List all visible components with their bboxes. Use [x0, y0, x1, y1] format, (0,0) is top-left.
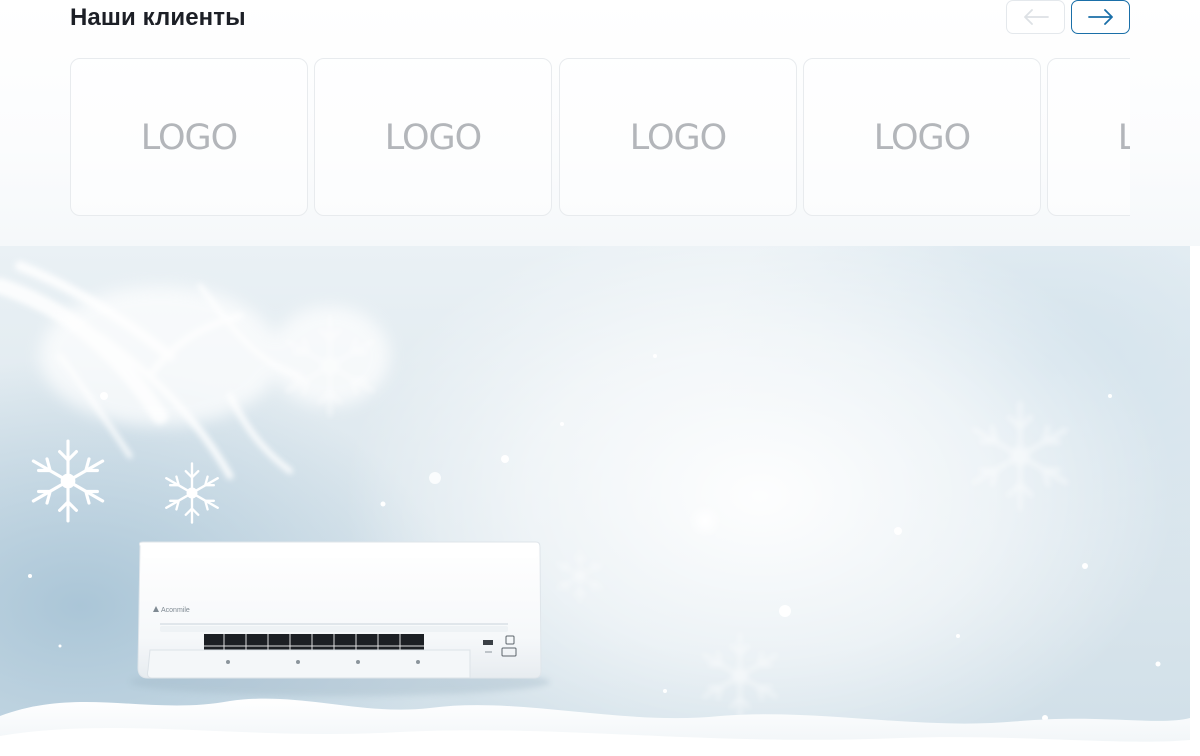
client-logo-card[interactable]: LOGO	[803, 58, 1041, 216]
winter-promo-banner: Aconmile	[0, 246, 1190, 756]
winter-illustration: Aconmile	[0, 261, 1190, 756]
arrow-right-icon	[1087, 9, 1113, 25]
client-logo: LOGO	[140, 118, 238, 158]
arrow-left-icon	[1023, 9, 1049, 25]
air-conditioner-image: Aconmile	[130, 541, 550, 696]
client-logo: LOGO	[629, 118, 727, 158]
client-logo: LOGO	[384, 118, 482, 158]
banner-right-edge	[1190, 246, 1200, 756]
client-logo-card[interactable]: LOGO	[314, 58, 552, 216]
section-title: Наши клиенты	[70, 4, 246, 31]
client-logo-card[interactable]: LOGO	[70, 58, 308, 216]
clients-section: Наши клиенты LOGO LOGO LOGO LOGO LOGO	[0, 0, 1200, 246]
client-logo-card[interactable]: LOGO	[559, 58, 797, 216]
client-logo: LOGO	[1117, 118, 1130, 158]
ac-brand-label: Aconmile	[161, 607, 190, 614]
clients-carousel: LOGO LOGO LOGO LOGO LOGO	[70, 58, 1130, 216]
carousel-next-button[interactable]	[1071, 0, 1130, 34]
client-logo-card[interactable]: LOGO	[1047, 58, 1130, 216]
client-logo: LOGO	[873, 118, 971, 158]
carousel-track: LOGO LOGO LOGO LOGO LOGO	[70, 58, 1130, 216]
carousel-prev-button[interactable]	[1006, 0, 1065, 34]
